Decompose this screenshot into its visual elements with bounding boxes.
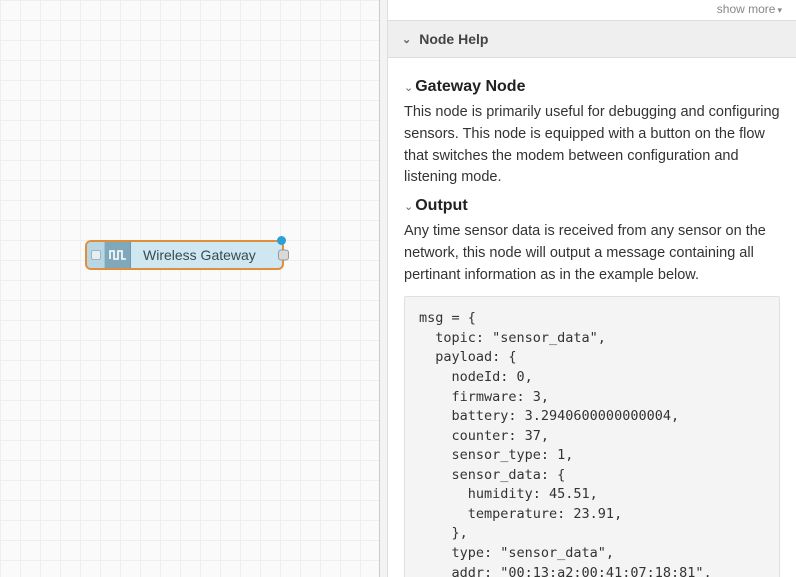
gateway-node[interactable]: Wireless Gateway: [85, 240, 284, 270]
section-title: Node Help: [419, 31, 488, 47]
chevron-down-icon: ⌄: [404, 82, 413, 94]
gateway-description: This node is primarily useful for debugg…: [404, 102, 780, 189]
node-trigger-button[interactable]: [87, 242, 105, 268]
show-more-link[interactable]: show more▾: [388, 0, 796, 20]
caret-down-icon: ▾: [777, 5, 782, 15]
example-code-block: msg = { topic: "sensor_data", payload: {…: [404, 296, 780, 577]
app-root: Wireless Gateway show more▾ ⌄ Node Help …: [0, 0, 796, 577]
heading-gateway-node: ⌄Gateway Node: [404, 78, 780, 96]
info-panel: show more▾ ⌄ Node Help ⌄Gateway Node Thi…: [388, 0, 796, 577]
node-help-header[interactable]: ⌄ Node Help: [388, 20, 796, 58]
node-status-dot: [277, 236, 286, 245]
flow-canvas[interactable]: Wireless Gateway: [0, 0, 380, 577]
help-content: ⌄Gateway Node This node is primarily use…: [388, 58, 796, 577]
wave-icon: [109, 249, 127, 261]
node-output-port[interactable]: [278, 250, 289, 261]
heading-output: ⌄Output: [404, 197, 780, 215]
chevron-down-icon: ⌄: [402, 33, 411, 46]
show-more-label: show more: [717, 2, 776, 16]
chevron-down-icon: ⌄: [404, 201, 413, 213]
output-description: Any time sensor data is received from an…: [404, 221, 780, 286]
node-icon-area: [105, 242, 131, 268]
node-label: Wireless Gateway: [131, 247, 268, 263]
square-icon: [91, 250, 101, 260]
pane-divider[interactable]: [380, 0, 388, 577]
